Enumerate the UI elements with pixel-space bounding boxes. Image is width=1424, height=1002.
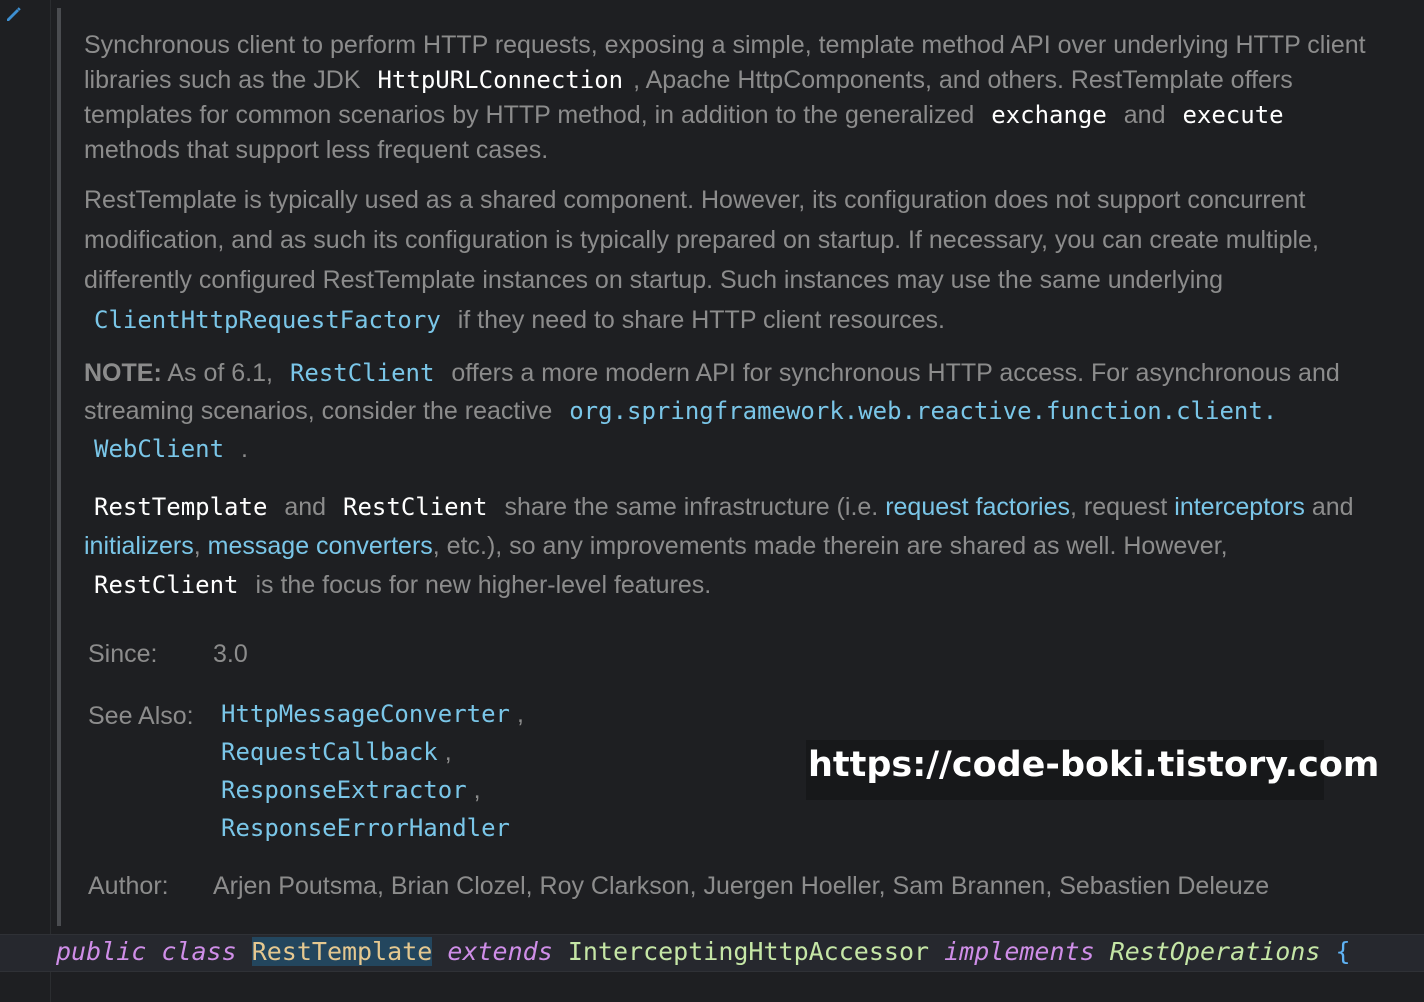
doc-text: is the focus for new higher-level featur…: [255, 571, 712, 599]
pencil-edit-icon[interactable]: [4, 4, 24, 24]
doc-text: and: [284, 493, 327, 521]
code-text: public class RestTemplate extends Interc…: [56, 935, 1351, 969]
since-value: 3.0: [213, 640, 248, 668]
doc-text: , request: [1070, 493, 1168, 521]
link-response-error-handler[interactable]: ResponseErrorHandler: [221, 814, 510, 842]
class-name[interactable]: RestTemplate: [251, 937, 433, 966]
author-value: Arjen Poutsma, Brian Clozel, Roy Clarkso…: [213, 872, 1270, 900]
see-also-label: See Also:: [88, 702, 194, 730]
link-request-callback[interactable]: RequestCallback: [221, 738, 438, 766]
doc-text: .: [241, 435, 248, 463]
link-webclient[interactable]: WebClient: [84, 435, 234, 463]
see-also-item: HttpMessageConverter ,: [221, 700, 524, 729]
superclass-name[interactable]: InterceptingHttpAccessor: [568, 937, 929, 966]
doc-text: share the same infrastructure (i.e.: [504, 493, 879, 521]
code-ref-restclient: RestClient: [343, 493, 488, 521]
doc-paragraph-2: RestTemplate is typically used as a shar…: [84, 180, 1384, 340]
code-ref-resttemplate: RestTemplate: [94, 493, 268, 521]
link-interceptors[interactable]: interceptors: [1174, 493, 1305, 521]
open-brace: {: [1335, 937, 1351, 966]
keyword-public: public: [56, 937, 147, 966]
since-label: Since:: [88, 640, 158, 668]
keyword-implements: implements: [944, 937, 1095, 966]
link-client-http-request-factory[interactable]: ClientHttpRequestFactory: [84, 306, 451, 334]
link-webclient-package[interactable]: org.springframework.web.reactive.functio…: [559, 397, 1287, 425]
link-http-message-converter[interactable]: HttpMessageConverter: [221, 700, 510, 728]
doc-text: and: [1311, 493, 1354, 521]
link-request-factories[interactable]: request factories: [885, 493, 1070, 521]
javadoc-rendered-bar: [57, 8, 61, 926]
doc-text: and: [1123, 101, 1166, 129]
doc-paragraph-4: RestTemplate and RestClient share the sa…: [84, 488, 1384, 605]
keyword-class: class: [161, 937, 237, 966]
see-also-item: ResponseErrorHandler: [221, 814, 510, 843]
watermark-url: https://code-boki.tistory.com: [806, 740, 1379, 800]
editor-gutter: [0, 0, 51, 1002]
doc-text: As of 6.1,: [167, 359, 273, 387]
author-label: Author:: [88, 872, 169, 900]
keyword-extends: extends: [447, 937, 553, 966]
link-response-extractor[interactable]: ResponseExtractor: [221, 776, 467, 804]
separator: ,: [473, 776, 481, 804]
code-ref-exchange: exchange: [991, 101, 1107, 129]
code-line-class-declaration[interactable]: public class RestTemplate extends Interc…: [0, 934, 1424, 972]
see-also-item: ResponseExtractor ,: [221, 776, 481, 805]
see-also-item: RequestCallback ,: [221, 738, 452, 767]
link-initializers[interactable]: initializers: [84, 532, 194, 560]
doc-paragraph-3: NOTE: As of 6.1, RestClient offers a mor…: [84, 354, 1384, 468]
code-ref-execute: execute: [1182, 101, 1284, 129]
doc-text: ,: [193, 532, 201, 560]
link-message-converters[interactable]: message converters: [208, 532, 433, 560]
note-label: NOTE:: [84, 359, 162, 387]
doc-text: methods that support less frequent cases…: [84, 136, 549, 164]
code-ref-httpurlconnection: HttpURLConnection: [377, 66, 624, 94]
doc-text: if they need to share HTTP client resour…: [457, 306, 946, 334]
interface-name[interactable]: RestOperations: [1110, 937, 1321, 966]
doc-text: RestTemplate is typically used as a shar…: [84, 186, 1319, 294]
doc-text: , etc.), so any improvements made therei…: [432, 532, 1228, 560]
separator: ,: [444, 738, 452, 766]
separator: ,: [516, 700, 524, 728]
code-ref-restclient-2: RestClient: [94, 571, 239, 599]
link-rest-client[interactable]: RestClient: [280, 359, 445, 387]
doc-paragraph-1: Synchronous client to perform HTTP reque…: [84, 28, 1384, 168]
